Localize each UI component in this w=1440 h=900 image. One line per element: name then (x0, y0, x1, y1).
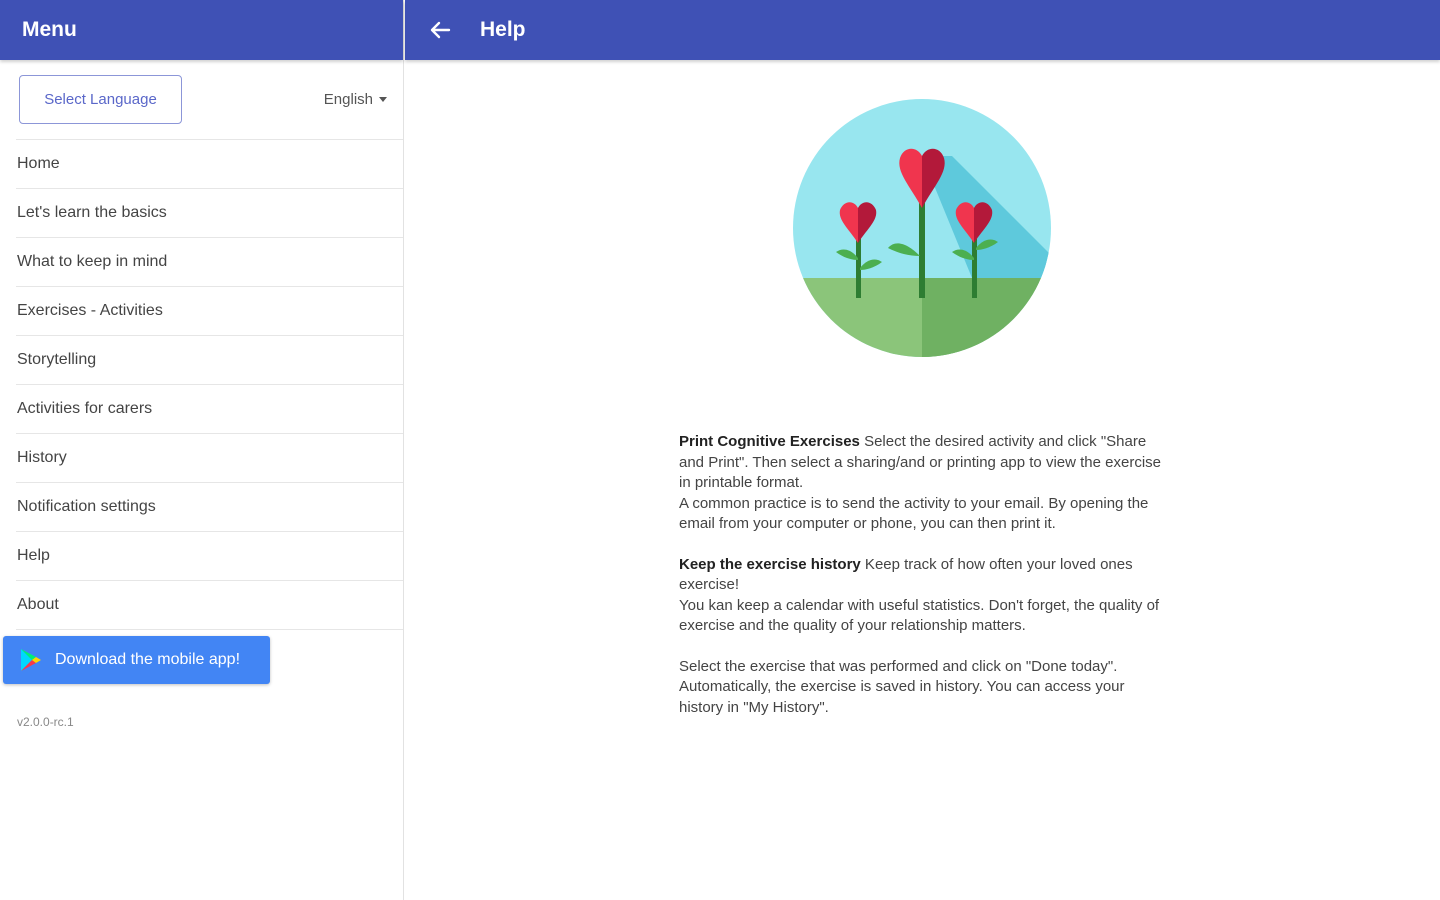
sidebar-item-storytelling[interactable]: Storytelling (16, 336, 403, 385)
menu-list: Home Let's learn the basics What to keep… (16, 140, 403, 630)
hearts-flowers-illustration (793, 99, 1051, 357)
sidebar-item-home[interactable]: Home (16, 140, 403, 189)
help-history-text-2: You kan keep a calendar with useful stat… (679, 596, 1160, 635)
caret-down-icon (379, 97, 387, 102)
sidebar-item-basics[interactable]: Let's learn the basics (16, 189, 403, 238)
sidebar: Menu Select Language English Home Let's … (0, 0, 404, 900)
select-language-button[interactable]: Select Language (19, 75, 182, 124)
help-print-text-2: A common practice is to send the activit… (679, 494, 1149, 533)
sidebar-item-help[interactable]: Help (16, 532, 403, 581)
sidebar-item-notifications[interactable]: Notification settings (16, 483, 403, 532)
arrow-left-icon (430, 21, 451, 39)
download-label: Download the mobile app! (55, 651, 241, 668)
sidebar-item-exercises[interactable]: Exercises - Activities (16, 287, 403, 336)
help-paragraph-history: Keep the exercise history Keep track of … (679, 555, 1161, 637)
help-paragraph-done: Select the exercise that was performed a… (679, 657, 1161, 719)
download-app-button[interactable]: Download the mobile app! (3, 636, 270, 684)
help-print-title: Print Cognitive Exercises (679, 433, 860, 450)
page-title: Help (480, 18, 526, 41)
sidebar-item-keep-in-mind[interactable]: What to keep in mind (16, 238, 403, 287)
help-paragraph-print: Print Cognitive Exercises Select the des… (679, 432, 1161, 535)
app: Menu Select Language English Home Let's … (0, 0, 1440, 900)
back-button[interactable] (425, 15, 455, 45)
sidebar-item-about[interactable]: About (16, 581, 403, 630)
play-store-icon (21, 649, 41, 671)
help-history-title: Keep the exercise history (679, 555, 861, 573)
help-done-text: Select the exercise that was performed a… (679, 657, 1125, 716)
sidebar-item-carers[interactable]: Activities for carers (16, 385, 403, 434)
sidebar-item-history[interactable]: History (16, 434, 403, 483)
version-label: v2.0.0-rc.1 (17, 715, 74, 729)
language-selected: English (323, 91, 373, 108)
top-bar: Help (405, 0, 1440, 60)
language-row: Select Language English (16, 60, 403, 140)
sidebar-title: Menu (0, 0, 403, 60)
language-dropdown[interactable]: English (324, 91, 387, 108)
help-content: Print Cognitive Exercises Select the des… (679, 432, 1161, 738)
